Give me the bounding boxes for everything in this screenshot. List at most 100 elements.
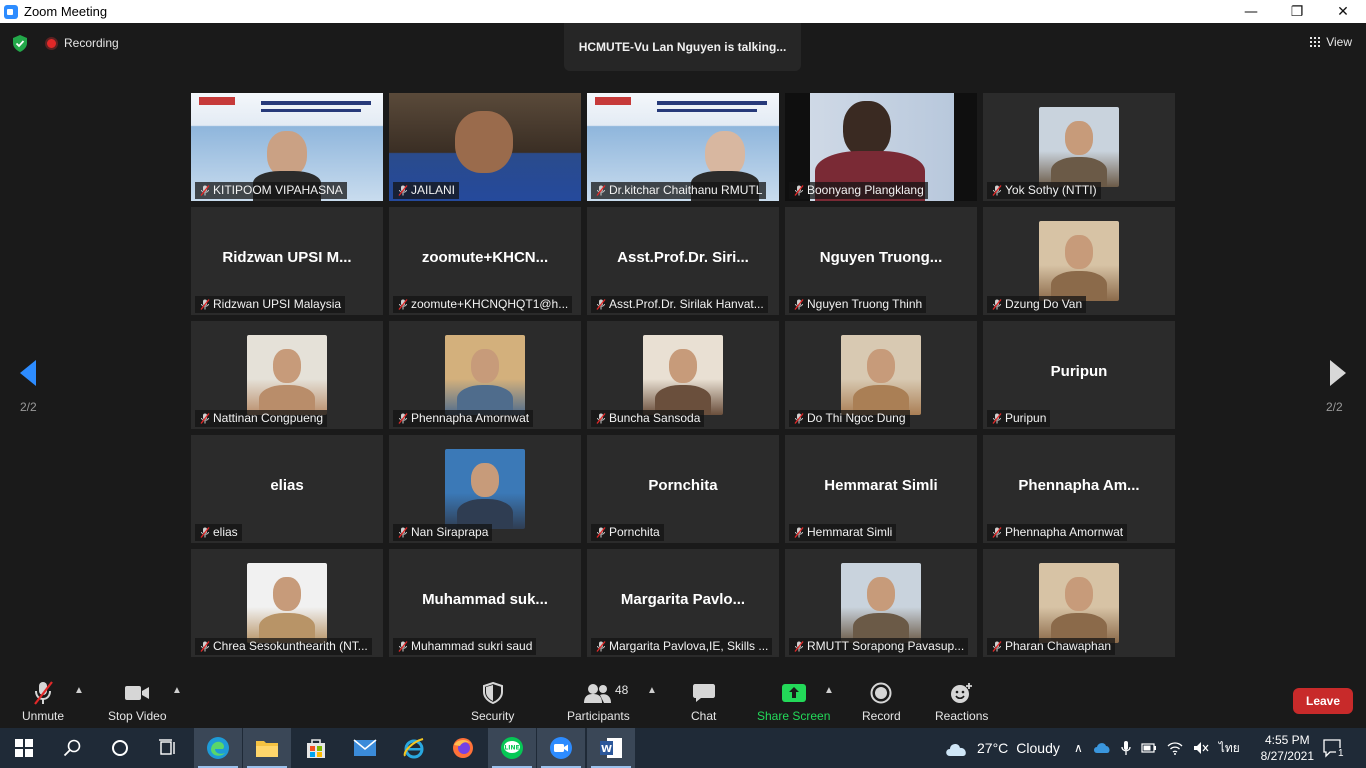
participant-tile[interactable]: Hemmarat Simli Hemmarat Simli <box>785 435 977 543</box>
encryption-shield-icon[interactable] <box>12 35 28 52</box>
speaker-muted-icon[interactable] <box>1193 741 1209 755</box>
chat-button[interactable]: Chat <box>691 680 716 723</box>
weather-widget[interactable]: 27°C Cloudy <box>944 728 1060 768</box>
search-icon <box>63 739 81 757</box>
audio-options-caret-icon[interactable]: ▲ <box>74 685 84 696</box>
internet-explorer-icon <box>403 738 424 759</box>
recording-label[interactable]: Recording <box>64 36 119 50</box>
muted-mic-icon <box>794 299 804 310</box>
security-button[interactable]: Security <box>471 680 514 723</box>
participant-tile[interactable]: Yok Sothy (NTTI) <box>983 93 1175 201</box>
action-center-button[interactable]: 1 <box>1322 728 1346 768</box>
next-page-arrow-icon[interactable] <box>1328 358 1348 388</box>
microphone-tray-icon[interactable] <box>1121 740 1131 756</box>
minimize-button[interactable]: — <box>1228 0 1274 23</box>
wifi-icon[interactable] <box>1167 741 1183 755</box>
participant-tile[interactable]: Nan Siraprapa <box>389 435 581 543</box>
participant-tile[interactable]: Chrea Sesokunthearith (NT... <box>191 549 383 657</box>
view-button[interactable]: View <box>1310 35 1352 49</box>
participant-display-name: Phennapha Am... <box>1018 477 1140 494</box>
participant-name-label: Hemmarat Simli <box>789 524 897 541</box>
muted-mic-icon <box>992 527 1002 538</box>
security-label: Security <box>471 709 515 723</box>
taskbar-file-explorer-app[interactable] <box>243 728 291 768</box>
participant-name-text: Dr.kitchar Chaithanu RMUTL <box>609 183 763 197</box>
chat-bubble-icon <box>692 684 715 702</box>
video-options-caret-icon[interactable]: ▲ <box>172 685 182 696</box>
participant-tile[interactable]: Nattinan Congpueng <box>191 321 383 429</box>
taskbar-zoom-app[interactable] <box>537 728 585 768</box>
zoom-app-icon <box>4 4 18 19</box>
participant-tile[interactable]: Nguyen Truong... Nguyen Truong Thinh <box>785 207 977 315</box>
participant-name-label: Asst.Prof.Dr. Sirilak Hanvat... <box>591 296 768 313</box>
participant-name-text: Nguyen Truong Thinh <box>807 297 923 311</box>
participant-profile-photo <box>643 335 723 415</box>
participant-name-text: Nan Siraprapa <box>411 525 489 539</box>
search-button[interactable] <box>48 728 96 768</box>
taskbar-store-app[interactable] <box>292 728 340 768</box>
muted-mic-icon <box>596 299 606 310</box>
windows-taskbar: LINE W 27°C Cloudy ∧ ไทย 4:55 PM 8/27/20… <box>0 728 1366 768</box>
taskbar-edge-app[interactable] <box>194 728 242 768</box>
participant-tile[interactable]: Puripun Puripun <box>983 321 1175 429</box>
participant-name-label: KITIPOOM VIPAHASNA <box>195 182 347 199</box>
participant-display-name: Pornchita <box>648 477 718 494</box>
participant-tile[interactable]: elias elias <box>191 435 383 543</box>
maximize-button[interactable]: ❐ <box>1274 0 1320 23</box>
participants-options-caret-icon[interactable]: ▲ <box>647 685 657 696</box>
input-language-indicator[interactable]: ไทย <box>1219 739 1240 758</box>
onedrive-cloud-icon[interactable] <box>1093 742 1111 754</box>
share-screen-button[interactable]: Share Screen <box>757 680 830 723</box>
share-options-caret-icon[interactable]: ▲ <box>824 685 834 696</box>
clock-date: 8/27/2021 <box>1260 749 1314 763</box>
task-view-button[interactable] <box>144 728 192 768</box>
participant-name-text: Pharan Chawaphan <box>1005 639 1112 653</box>
start-button[interactable] <box>0 728 48 768</box>
taskbar-internet-explorer-app[interactable] <box>390 728 438 768</box>
participant-tile[interactable]: KITIPOOM VIPAHASNA <box>191 93 383 201</box>
stop-video-button[interactable]: Stop Video <box>108 680 167 723</box>
participant-tile[interactable]: Asst.Prof.Dr. Siri... Asst.Prof.Dr. Siril… <box>587 207 779 315</box>
participant-tile[interactable]: Muhammad suk... Muhammad sukri saud <box>389 549 581 657</box>
close-button[interactable]: ✕ <box>1320 0 1366 23</box>
participant-tile[interactable]: Phennapha Am... Phennapha Amornwat <box>983 435 1175 543</box>
clock-time: 4:55 PM <box>1264 733 1310 747</box>
show-hidden-icons-chevron-icon[interactable]: ∧ <box>1074 741 1083 755</box>
participant-tile[interactable]: Dzung Do Van <box>983 207 1175 315</box>
meeting-stage: Recording HCMUTE-Vu Lan Nguyen is talkin… <box>0 23 1366 728</box>
battery-icon[interactable] <box>1141 741 1157 755</box>
participant-tile[interactable]: Ridzwan UPSI M... Ridzwan UPSI Malaysia <box>191 207 383 315</box>
participant-tile[interactable]: Dr.kitchar Chaithanu RMUTL <box>587 93 779 201</box>
participant-name-label: Boonyang Plangklang <box>789 182 928 199</box>
unmute-label: Unmute <box>22 709 65 723</box>
participant-tile[interactable]: JAILANI <box>389 93 581 201</box>
previous-page-arrow-icon[interactable] <box>18 358 38 388</box>
participant-name-text: Muhammad sukri saud <box>411 639 533 653</box>
participant-tile[interactable]: RMUTT Sorapong Pavasup... <box>785 549 977 657</box>
taskbar-clock[interactable]: 4:55 PM 8/27/2021 <box>1261 732 1314 764</box>
participant-tile[interactable]: Pharan Chawaphan <box>983 549 1175 657</box>
participant-tile[interactable]: zoomute+KHCN... zoomute+KHCNQHQT1@h... <box>389 207 581 315</box>
participant-tile[interactable]: Pornchita Pornchita <box>587 435 779 543</box>
participant-tile[interactable]: Do Thi Ngoc Dung <box>785 321 977 429</box>
cortana-button[interactable] <box>96 728 144 768</box>
share-screen-label: Share Screen <box>757 709 831 723</box>
participant-tile[interactable]: Boonyang Plangklang <box>785 93 977 201</box>
taskbar-firefox-app[interactable] <box>439 728 487 768</box>
taskbar-line-app[interactable]: LINE <box>488 728 536 768</box>
view-label: View <box>1326 35 1352 49</box>
participant-name-text: Buncha Sansoda <box>609 411 701 425</box>
participant-tile[interactable]: Buncha Sansoda <box>587 321 779 429</box>
leave-button[interactable]: Leave <box>1293 688 1353 714</box>
participants-icon <box>584 684 612 703</box>
unmute-button[interactable]: Unmute <box>22 680 64 723</box>
reactions-button[interactable]: Reactions <box>935 680 988 723</box>
taskbar-word-app[interactable]: W <box>587 728 635 768</box>
share-screen-icon <box>781 684 806 702</box>
participant-tile[interactable]: Phennapha Amornwat <box>389 321 581 429</box>
participant-tile[interactable]: Margarita Pavlo... Margarita Pavlova,IE, … <box>587 549 779 657</box>
muted-mic-icon <box>992 413 1002 424</box>
record-button[interactable]: Record <box>862 680 901 723</box>
window-title: Zoom Meeting <box>24 4 108 19</box>
taskbar-mail-app[interactable] <box>341 728 389 768</box>
